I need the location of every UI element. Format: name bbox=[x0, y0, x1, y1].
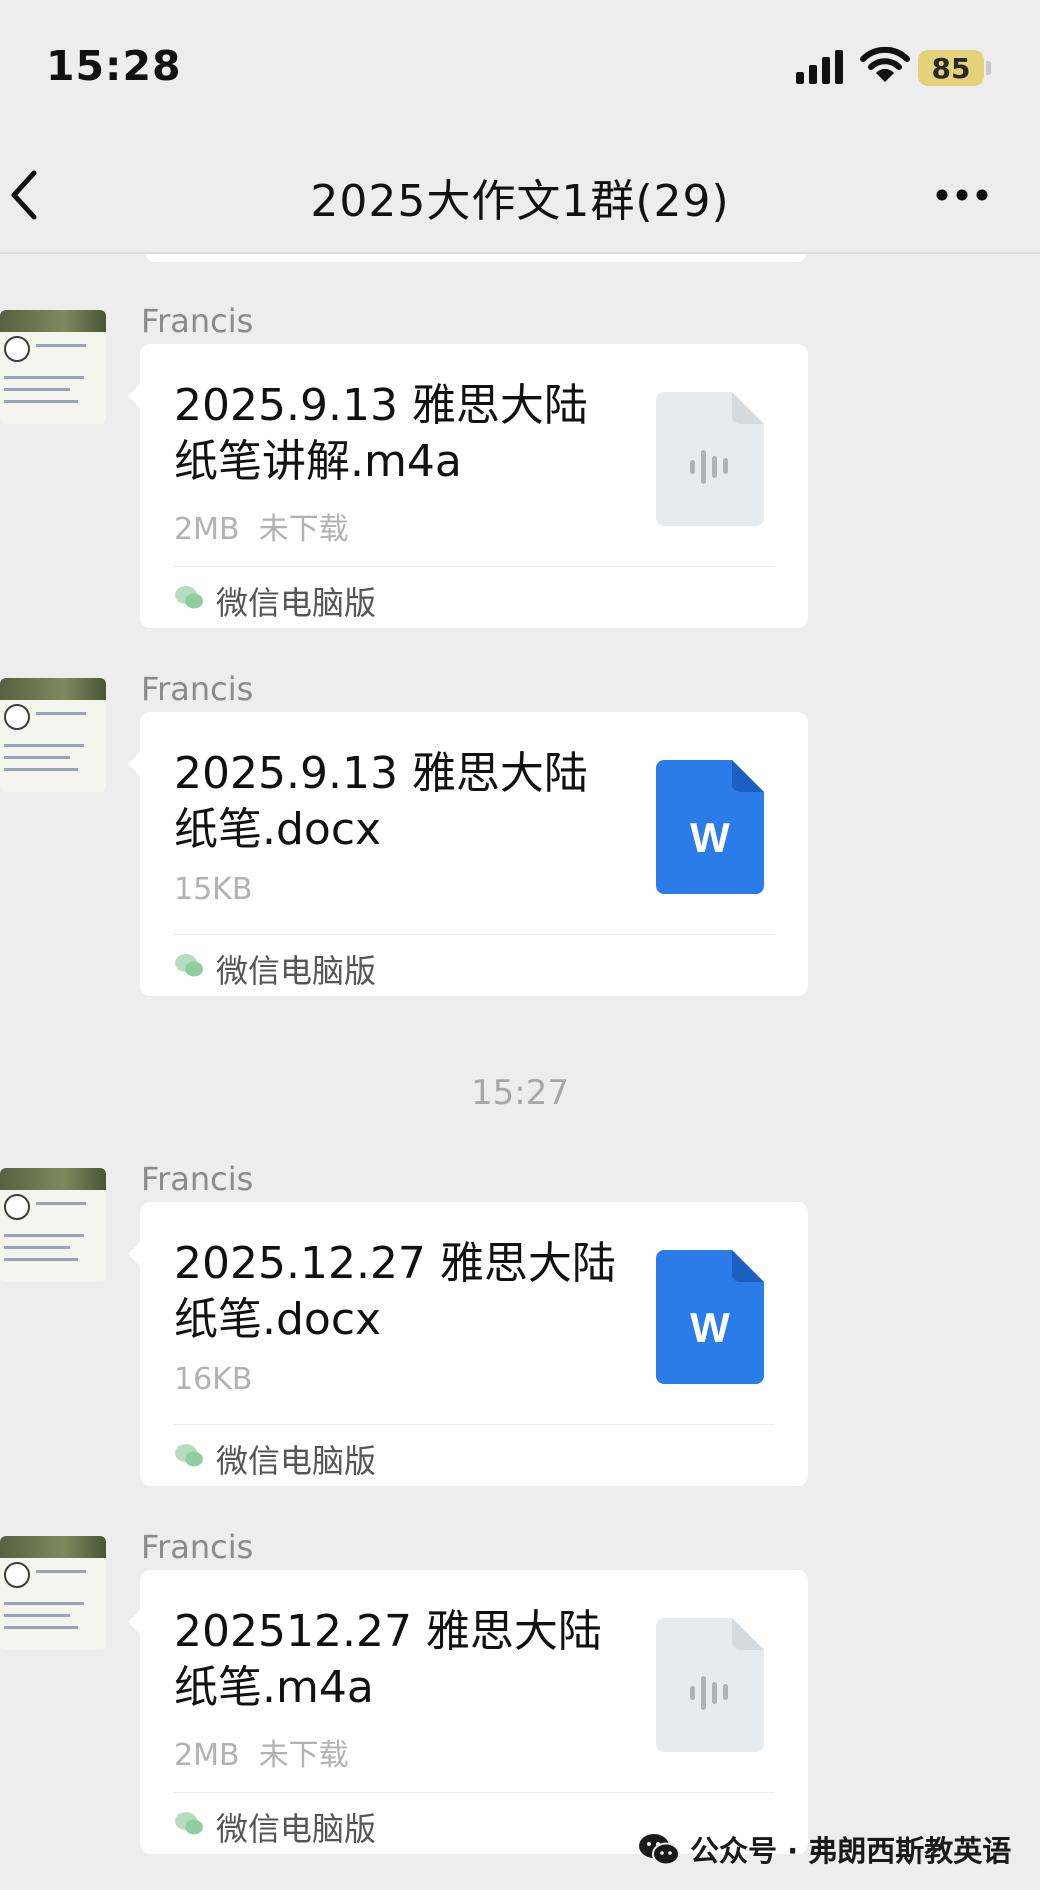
more-icon[interactable] bbox=[934, 185, 990, 205]
file-name: 202512.27 雅思大陆纸笔.m4a bbox=[174, 1606, 602, 1713]
svg-text:W: W bbox=[690, 814, 730, 861]
wechat-icon bbox=[175, 1444, 203, 1467]
audio-file-icon bbox=[656, 1618, 764, 1752]
card-divider bbox=[174, 566, 774, 567]
message-item: Francis 2025.9.13 雅思大陆纸笔.docx 15KB W 微信电… bbox=[0, 670, 1040, 996]
file-name: 2025.12.27 雅思大陆纸笔.docx bbox=[174, 1238, 616, 1345]
nav-bar: 2025大作文1群(29) bbox=[0, 135, 1040, 250]
battery-icon: 85 bbox=[918, 50, 984, 86]
card-divider bbox=[174, 1792, 774, 1793]
signal-icon bbox=[796, 50, 843, 84]
status-bar: 15:28 85 bbox=[0, 0, 1040, 135]
sender-name: Francis bbox=[141, 1160, 254, 1198]
wechat-icon bbox=[175, 1812, 203, 1835]
battery-level: 85 bbox=[931, 51, 971, 85]
file-card[interactable]: 202512.27 雅思大陆纸笔.m4a 2MB 未下载 微信电脑版 bbox=[128, 1570, 808, 1854]
file-card[interactable]: 2025.12.27 雅思大陆纸笔.docx 16KB W 微信电脑版 bbox=[128, 1202, 808, 1486]
message-item: Francis 2025.9.13 雅思大陆纸笔讲解.m4a 2MB 未下载 微… bbox=[0, 302, 1040, 628]
wechat-icon bbox=[175, 954, 203, 977]
file-card[interactable]: 2025.9.13 雅思大陆纸笔讲解.m4a 2MB 未下载 微信电脑版 bbox=[128, 344, 808, 628]
wechat-icon bbox=[639, 1834, 680, 1866]
file-meta: 15KB bbox=[174, 872, 253, 907]
svg-text:W: W bbox=[690, 1304, 730, 1351]
file-meta: 16KB bbox=[174, 1362, 253, 1397]
source-label: 微信电脑版 bbox=[216, 584, 377, 622]
source-label: 微信电脑版 bbox=[216, 952, 377, 990]
chat-title: 2025大作文1群(29) bbox=[310, 176, 730, 227]
avatar[interactable] bbox=[0, 678, 106, 792]
source-label: 微信电脑版 bbox=[216, 1442, 377, 1480]
wifi-icon bbox=[860, 46, 910, 82]
wechat-icon bbox=[175, 586, 203, 609]
previous-message-edge bbox=[146, 254, 806, 262]
file-name: 2025.9.13 雅思大陆纸笔讲解.m4a bbox=[174, 380, 588, 487]
file-card[interactable]: 2025.9.13 雅思大陆纸笔.docx 15KB W 微信电脑版 bbox=[128, 712, 808, 996]
battery-tip bbox=[986, 61, 991, 75]
sender-name: Francis bbox=[141, 670, 254, 708]
file-name: 2025.9.13 雅思大陆纸笔.docx bbox=[174, 748, 588, 855]
time-separator: 15:27 bbox=[471, 1073, 569, 1113]
avatar[interactable] bbox=[0, 310, 106, 424]
card-divider bbox=[174, 1424, 774, 1425]
card-divider bbox=[174, 934, 774, 935]
source-label: 微信电脑版 bbox=[216, 1810, 377, 1848]
sender-name: Francis bbox=[141, 1528, 254, 1566]
sender-name: Francis bbox=[141, 302, 254, 340]
status-time: 15:28 bbox=[46, 42, 182, 90]
watermark: 公众号 · 弗朗西斯教英语 bbox=[638, 1826, 1011, 1872]
message-item: Francis 2025.12.27 雅思大陆纸笔.docx 16KB W 微信… bbox=[0, 1160, 1040, 1486]
avatar[interactable] bbox=[0, 1536, 106, 1650]
avatar[interactable] bbox=[0, 1168, 106, 1282]
watermark-text: 公众号 · 弗朗西斯教英语 bbox=[690, 1834, 1012, 1868]
word-file-icon: W bbox=[656, 760, 764, 894]
file-meta: 2MB 未下载 bbox=[174, 1738, 349, 1773]
file-meta: 2MB 未下载 bbox=[174, 512, 349, 547]
message-item: Francis 202512.27 雅思大陆纸笔.m4a 2MB 未下载 微信电… bbox=[0, 1528, 1040, 1854]
word-file-icon: W bbox=[656, 1250, 764, 1384]
audio-file-icon bbox=[656, 392, 764, 526]
